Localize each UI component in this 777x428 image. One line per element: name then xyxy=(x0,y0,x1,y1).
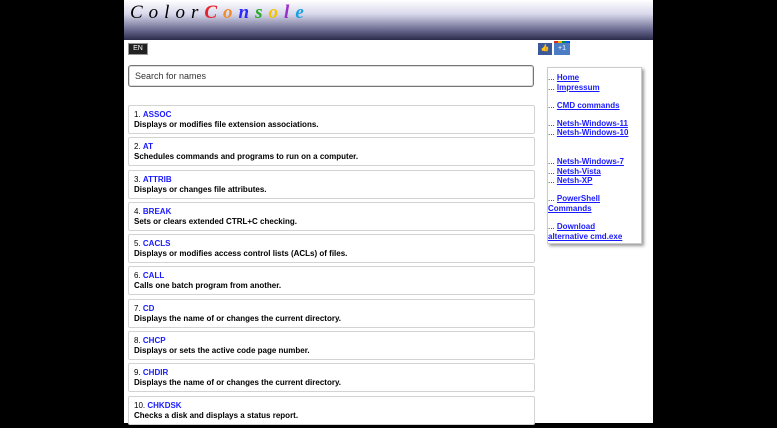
sidebar-link-download[interactable]: Download xyxy=(557,222,595,231)
sidebar-item-netsh-win11: ... Netsh-Windows-11 xyxy=(548,118,628,128)
command-description: Displays the name of or changes the curr… xyxy=(134,378,342,388)
sidebar-link-powershell[interactable]: PowerShell xyxy=(557,194,600,203)
sidebar-item-cmd-commands: ... CMD commands xyxy=(548,100,620,110)
command-item: 9. CHDIR Displays the name of or changes … xyxy=(128,363,535,393)
sidebar-item-netsh-win10: ... Netsh-Windows-10 xyxy=(548,128,629,138)
google-plus-one-button[interactable]: +1 xyxy=(554,43,570,55)
command-number: 5. xyxy=(134,239,141,249)
sidebar-item-powershell: ... PowerShell xyxy=(548,194,601,204)
command-item: 2. AT Schedules commands and programs to … xyxy=(128,137,535,167)
search-input[interactable] xyxy=(129,66,531,86)
page-container: ColorConsole EN 1. ASSOCDisplays or modi… xyxy=(124,0,653,425)
sidebar-link-netsh-xp[interactable]: Netsh-XP xyxy=(557,176,593,185)
sidebar-link-cmd-commands[interactable]: CMD commands xyxy=(557,101,620,110)
command-description: Displays or sets the active code page nu… xyxy=(134,346,310,356)
sidebar-link-alt-cmd[interactable]: alternative cmd.exe xyxy=(548,232,622,241)
sidebar-link-netsh-vista[interactable]: Netsh-Vista xyxy=(557,167,601,176)
logo-letter: e xyxy=(295,2,310,23)
command-link[interactable]: CACLS xyxy=(143,239,171,248)
command-link[interactable]: CHDIR xyxy=(143,368,168,377)
command-number: 7. xyxy=(134,303,141,313)
thumbs-up-icon[interactable]: 👍 xyxy=(538,43,552,55)
site-header: ColorConsole xyxy=(124,0,653,40)
command-link[interactable]: BREAK xyxy=(143,207,171,216)
sidebar-link-impressum[interactable]: Impressum xyxy=(557,83,600,92)
sidebar-item-impressum: ... Impressum xyxy=(548,82,600,92)
logo-letter: l xyxy=(284,2,296,23)
command-link[interactable]: CHCP xyxy=(143,336,166,345)
search-box xyxy=(128,65,534,87)
command-item: 6. CALL Calls one batch program from anot… xyxy=(128,266,535,296)
command-number: 2. xyxy=(134,142,141,152)
command-description: Sets or clears extended CTRL+C checking. xyxy=(134,216,297,226)
sidebar-link-netsh-win10[interactable]: Netsh-Windows-10 xyxy=(557,128,629,137)
command-link[interactable]: CD xyxy=(143,304,155,313)
command-item: 10. CHKDSK Checks a disk and displays a s… xyxy=(128,395,535,425)
logo-word-color: Color xyxy=(130,2,205,23)
command-item: 1. ASSOC Displays or modifies file extens… xyxy=(128,105,535,134)
command-description: Calls one batch program from another. xyxy=(134,281,282,291)
command-description: Displays or modifies access control list… xyxy=(134,249,348,259)
command-item: 7. CD Displays the name of or changes the… xyxy=(128,298,535,328)
command-link[interactable]: ASSOC xyxy=(143,110,171,119)
sidebar-link-netsh-win11[interactable]: Netsh-Windows-11 xyxy=(557,119,628,128)
logo-letter: o xyxy=(268,2,285,23)
command-list: 1. ASSOC Displays or modifies file extens… xyxy=(128,105,535,428)
command-item: 8. CHCP Displays or sets the active code … xyxy=(128,331,535,361)
command-description: Checks a disk and displays a status repo… xyxy=(134,410,299,420)
sidebar-link-powershell-commands[interactable]: Commands xyxy=(548,204,592,213)
command-description: Displays or changes file attributes. xyxy=(134,184,267,194)
social-buttons: 👍 +1 xyxy=(538,41,570,55)
sidebar-item-alt-cmd: alternative cmd.exe xyxy=(548,232,641,242)
command-item: 4. BREAK Sets or clears extended CTRL+C c… xyxy=(128,201,535,231)
command-number: 1. xyxy=(134,110,141,119)
command-description: Displays the name of or changes the curr… xyxy=(134,313,342,323)
sidebar-item-netsh-vista: ... Netsh-Vista xyxy=(548,166,601,176)
logo-letter: n xyxy=(238,2,256,23)
sidebar-item-download: ... Download xyxy=(548,221,596,231)
command-number: 9. xyxy=(134,368,141,378)
uk-flag-icon[interactable]: EN xyxy=(128,43,148,55)
command-link[interactable]: CALL xyxy=(143,271,164,280)
logo-letter: o xyxy=(223,2,239,23)
command-item: 5. CACLS Displays or modifies access cont… xyxy=(128,234,535,264)
sidebar-item-netsh-win7: ... Netsh-Windows-7 xyxy=(548,156,624,166)
command-description: Displays or modifies file extension asso… xyxy=(134,120,319,129)
logo-letter: C xyxy=(204,2,224,23)
command-number: 6. xyxy=(134,271,141,281)
command-number: 10. xyxy=(134,400,146,410)
sidebar-item-home: ... Home xyxy=(548,73,580,82)
site-logo[interactable]: ColorConsole xyxy=(130,2,310,24)
sidebar-item-netsh-xp: ... Netsh-XP xyxy=(548,176,593,186)
logo-letter: s xyxy=(255,2,269,23)
sidebar-item-powershell-cont: Commands xyxy=(548,204,641,214)
logo-word-console: Console xyxy=(204,2,309,23)
command-link[interactable]: ATTRIB xyxy=(143,175,172,184)
sidebar-link-home[interactable]: Home xyxy=(557,73,579,82)
command-item: 3. ATTRIB Displays or changes file attrib… xyxy=(128,169,535,199)
command-link[interactable]: CHKDSK xyxy=(147,401,181,410)
command-number: 8. xyxy=(134,336,141,346)
command-link[interactable]: AT xyxy=(143,142,153,151)
command-number: 4. xyxy=(134,206,141,216)
sidebar-nav: ... Home ... Impressum ... CMD commands … xyxy=(547,67,642,244)
command-number: 3. xyxy=(134,174,141,184)
command-description: Schedules commands and programs to run o… xyxy=(134,152,359,162)
sidebar-link-netsh-win7[interactable]: Netsh-Windows-7 xyxy=(557,157,624,166)
